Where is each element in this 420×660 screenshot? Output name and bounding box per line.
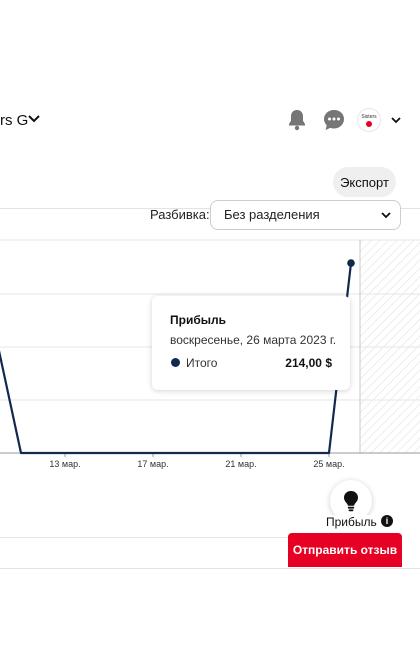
breakdown-select[interactable]: Без разделения — [210, 200, 401, 230]
x-tick-label: 13 мар. — [49, 459, 80, 469]
metric-label: Прибыль — [326, 515, 379, 529]
divider — [0, 537, 290, 538]
export-button[interactable]: Экспорт — [333, 167, 396, 197]
data-point — [347, 259, 355, 267]
breakdown-label: Разбивка: — [150, 207, 210, 222]
x-tick-label: 17 мар. — [137, 459, 168, 469]
tooltip-value: 214,00 $ — [285, 356, 332, 370]
x-tick-label: 25 мар. — [313, 459, 344, 469]
tooltip-title: Прибыль — [170, 313, 226, 327]
avatar[interactable]: Sisters — [357, 108, 381, 132]
lightbulb-icon — [344, 491, 358, 512]
info-icon[interactable]: i — [381, 515, 393, 527]
account-name[interactable]: rs G — [0, 112, 28, 129]
chat-icon[interactable] — [322, 108, 346, 132]
tooltip-date: воскресенье, 26 марта 2023 г. — [170, 333, 337, 347]
chevron-down-icon[interactable] — [27, 112, 41, 126]
chart-tooltip: Прибыль воскресенье, 26 марта 2023 г. Ит… — [152, 296, 350, 390]
tooltip-series-name: Итого — [186, 356, 218, 370]
avatar-text: Sisters — [361, 113, 377, 120]
divider — [0, 568, 420, 569]
breakdown-value: Без разделения — [224, 207, 320, 222]
series-legend-dot — [171, 358, 180, 367]
chevron-down-icon[interactable] — [390, 114, 402, 126]
x-tick-label: 21 мар. — [225, 459, 256, 469]
send-feedback-button[interactable]: Отправить отзыв — [288, 533, 402, 567]
bell-icon[interactable] — [285, 108, 309, 132]
chevron-down-icon — [381, 212, 391, 219]
avatar-mark — [366, 120, 372, 127]
